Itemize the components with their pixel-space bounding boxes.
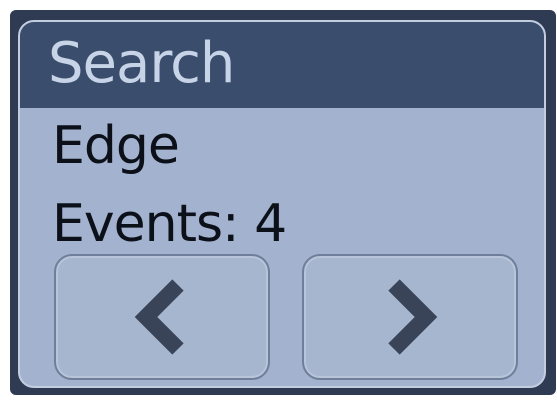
chevron-left-icon [134, 279, 184, 355]
search-type-label: Edge [52, 116, 180, 176]
search-panel: Search Edge Events: 4 [18, 20, 546, 388]
screen-background: Search Edge Events: 4 [0, 0, 557, 403]
chevron-right-icon [388, 279, 438, 355]
previous-event-button[interactable] [54, 254, 270, 380]
next-event-button[interactable] [302, 254, 518, 380]
search-panel-title: Search [48, 31, 235, 96]
search-panel-header: Search [20, 22, 544, 108]
events-count-label: Events: 4 [52, 194, 287, 254]
